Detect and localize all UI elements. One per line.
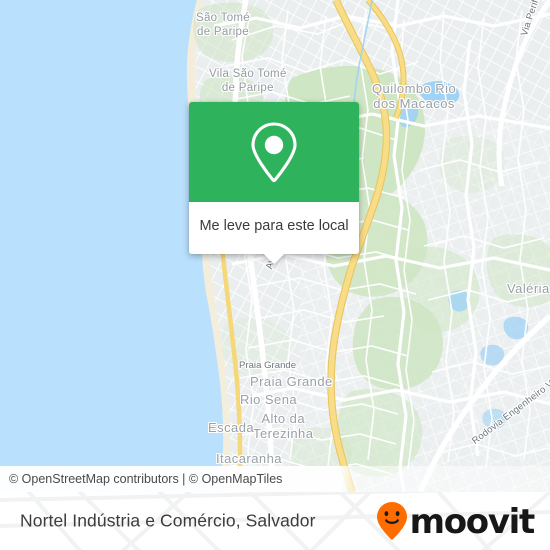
footer-bar: Nortel Indústria e Comércio, Salvador mo…	[0, 492, 550, 550]
popup-message: Me leve para este local	[199, 218, 349, 234]
map-canvas[interactable]: São Tomé de Paripe Vila São Tomé de Paripe Q…	[0, 0, 550, 492]
moovit-wordmark: moovit	[409, 502, 536, 542]
destination-popup-card[interactable]: Me leve para este local	[189, 102, 359, 265]
popup-header	[189, 102, 359, 202]
moovit-map-page: São Tomé de Paripe Vila São Tomé de Paripe Q…	[0, 0, 550, 550]
park-paripe-north	[193, 2, 274, 63]
moovit-logo[interactable]: moovit	[375, 501, 536, 542]
map-attribution-text: © OpenStreetMap contributors | © OpenMap…	[9, 472, 283, 486]
moovit-smiley-pin-icon	[376, 502, 407, 540]
map-pin-icon	[251, 122, 297, 183]
popup-body: Me leve para este local	[189, 202, 359, 255]
map-attribution-bar[interactable]: © OpenStreetMap contributors | © OpenMap…	[0, 466, 550, 492]
page-title: Nortel Indústria e Comércio, Salvador	[20, 510, 316, 531]
